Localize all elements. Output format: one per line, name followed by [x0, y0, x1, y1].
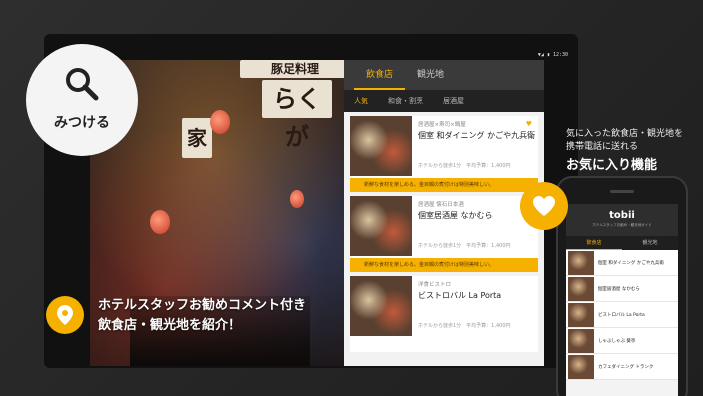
phone-screen: tobii ホテルスタッフお勧め・観光地ガイド 飲食店 観光地 個室 和ダイニン… [566, 204, 678, 396]
tablet-app: 飲食店 観光地 人気 和食・割烹 居酒屋 ♥ 居酒屋×寿司×鍋屋 個室 和ダイニ… [344, 60, 544, 366]
card-comment: 新鮮な食材を楽しめる。金目鯛の煮付けは特別美味しい。 [350, 178, 538, 192]
item-name: 個室居酒屋 なかむら [598, 286, 640, 292]
card-meta: ホテルから徒歩1分 平均予算：1,400円 [418, 163, 511, 169]
list-item[interactable]: 居酒屋 懐石日本酒 個室居酒屋 なかむら ホテルから徒歩1分 平均予算：1,40… [350, 196, 538, 272]
card-name: ビストロバル La Porta [418, 291, 502, 300]
subtab-japanese[interactable]: 和食・割烹 [378, 96, 433, 106]
app-tagline: ホテルスタッフお勧め・観光地ガイド [592, 223, 652, 227]
heart-icon [533, 196, 555, 216]
subtab-popular[interactable]: 人気 [344, 96, 378, 106]
status-bar: ▼◢ ▮ 12:30 [537, 52, 568, 58]
subtab-izakaya[interactable]: 居酒屋 [433, 96, 474, 106]
item-name: しゃぶしゃぶ 葵亭 [598, 338, 636, 344]
list-item[interactable]: カフェダイニング トランク [566, 354, 678, 380]
favorites-line: 気に入った飲食店・観光地を [566, 129, 684, 139]
card-category: 洋食ビストロ [418, 282, 452, 288]
card-category: 居酒屋 懐石日本酒 [418, 202, 464, 208]
food-thumbnail [568, 302, 594, 327]
search-badge-label: みつける [54, 115, 110, 131]
food-thumbnail [350, 276, 412, 336]
app-subtabs: 人気 和食・割烹 居酒屋 [344, 90, 544, 112]
lantern [150, 210, 170, 234]
list-item[interactable]: しゃぶしゃぶ 葵亭 [566, 328, 678, 354]
list-item[interactable]: 個室 和ダイニング かごや九兵衛 [566, 250, 678, 276]
food-thumbnail [568, 250, 594, 275]
favorites-description: 気に入った飲食店・観光地を 携帯電話に送れる [566, 128, 683, 154]
favorites-title: お気に入り機能 [566, 158, 658, 173]
card-meta: ホテルから徒歩1分 平均予算：1,400円 [418, 243, 511, 249]
food-thumbnail [568, 354, 594, 379]
map-pin-icon [57, 305, 73, 325]
caption-line: 飲食店・観光地を紹介！ [98, 318, 242, 333]
app-tabs: 飲食店 観光地 [344, 60, 544, 90]
favorite-badge [520, 182, 568, 230]
photo-sign: 家 [182, 118, 212, 158]
list-item[interactable]: ♥ 居酒屋×寿司×鍋屋 個室 和ダイニング かごや九兵衛 ホテルから徒歩1分 平… [350, 116, 538, 192]
card-meta: ホテルから徒歩1分 平均予算：1,400円 [418, 323, 511, 329]
app-logo: tobii [609, 210, 635, 221]
tab-sightseeing[interactable]: 観光地 [405, 60, 456, 90]
food-thumbnail [568, 328, 594, 353]
food-thumbnail [568, 276, 594, 301]
food-thumbnail [350, 196, 412, 256]
item-name: 個室 和ダイニング かごや九兵衛 [598, 260, 664, 266]
tab-restaurants[interactable]: 飲食店 [354, 60, 406, 90]
list-item[interactable]: 個室居酒屋 なかむら [566, 276, 678, 302]
card-category: 居酒屋×寿司×鍋屋 [418, 122, 466, 128]
promo-stage: 豚足料理 らくが 家 ▼◢ ▮ 12:30 飲食店 観光地 人気 和食・割烹 居… [0, 0, 703, 396]
feature-caption: ホテルスタッフお勧めコメント付き 飲食店・観光地を紹介！ [98, 296, 306, 336]
phone-tab-sightseeing[interactable]: 観光地 [622, 236, 678, 250]
photo-sign: らくが [262, 80, 332, 151]
search-badge: みつける [26, 44, 138, 156]
phone-tabs: 飲食店 観光地 [566, 236, 678, 250]
card-name: 個室 和ダイニング かごや九兵衛 [418, 131, 536, 140]
phone-tab-restaurants[interactable]: 飲食店 [566, 236, 622, 250]
comment-text: 新鮮な食材を楽しめる。金目鯛の煮付けは特別美味しい。 [364, 182, 495, 188]
phone-device: tobii ホテルスタッフお勧め・観光地ガイド 飲食店 観光地 個室 和ダイニン… [556, 176, 688, 396]
food-thumbnail [350, 116, 412, 176]
lantern [290, 190, 304, 208]
list-item[interactable]: 洋食ビストロ ビストロバル La Porta ホテルから徒歩1分 平均予算：1,… [350, 276, 538, 352]
photo-sign: 豚足料理 [240, 60, 350, 78]
phone-header: tobii ホテルスタッフお勧め・観光地ガイド [566, 204, 678, 236]
card-name: 個室居酒屋 なかむら [418, 211, 493, 220]
list-item[interactable]: ビストロバル La Porta [566, 302, 678, 328]
heart-icon[interactable]: ♥ [526, 120, 532, 128]
search-icon [66, 68, 99, 101]
card-comment: 新鮮な食材を楽しめる。金目鯛の煮付けは特別美味しい。 [350, 258, 538, 272]
phone-speaker [610, 190, 634, 193]
favorites-line: 携帯電話に送れる [566, 142, 639, 152]
item-name: カフェダイニング トランク [598, 364, 654, 370]
comment-text: 新鮮な食材を楽しめる。金目鯛の煮付けは特別美味しい。 [364, 262, 495, 268]
lantern [210, 110, 230, 134]
caption-line: ホテルスタッフお勧めコメント付き [98, 298, 307, 313]
item-name: ビストロバル La Porta [598, 312, 645, 318]
pin-badge [46, 296, 84, 334]
